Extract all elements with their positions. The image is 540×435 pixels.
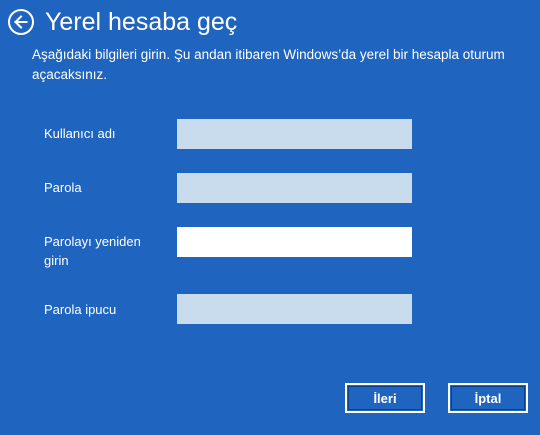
- next-button[interactable]: İleri: [344, 382, 426, 414]
- username-label: Kullanıcı adı: [44, 126, 116, 141]
- local-account-dialog: Yerel hesaba geç Aşağıdaki bilgileri gir…: [0, 0, 540, 435]
- password-confirm-input[interactable]: [177, 227, 412, 257]
- back-button[interactable]: [8, 9, 34, 35]
- password-hint-label: Parola ipucu: [44, 302, 117, 317]
- username-input[interactable]: [177, 119, 412, 149]
- password-confirm-label: Parolayı yeniden girin: [44, 234, 141, 268]
- cancel-button-label: İptal: [474, 390, 502, 406]
- cancel-button[interactable]: İptal: [447, 382, 529, 414]
- page-title: Yerel hesaba geç: [45, 8, 238, 36]
- arrow-left-icon: [14, 15, 28, 29]
- instructions-text: Aşağıdaki bilgileri girin. Şu andan itib…: [32, 47, 505, 82]
- password-hint-input[interactable]: [177, 294, 412, 324]
- password-input[interactable]: [177, 173, 412, 203]
- password-label: Parola: [44, 180, 82, 195]
- next-button-label: İleri: [373, 390, 397, 406]
